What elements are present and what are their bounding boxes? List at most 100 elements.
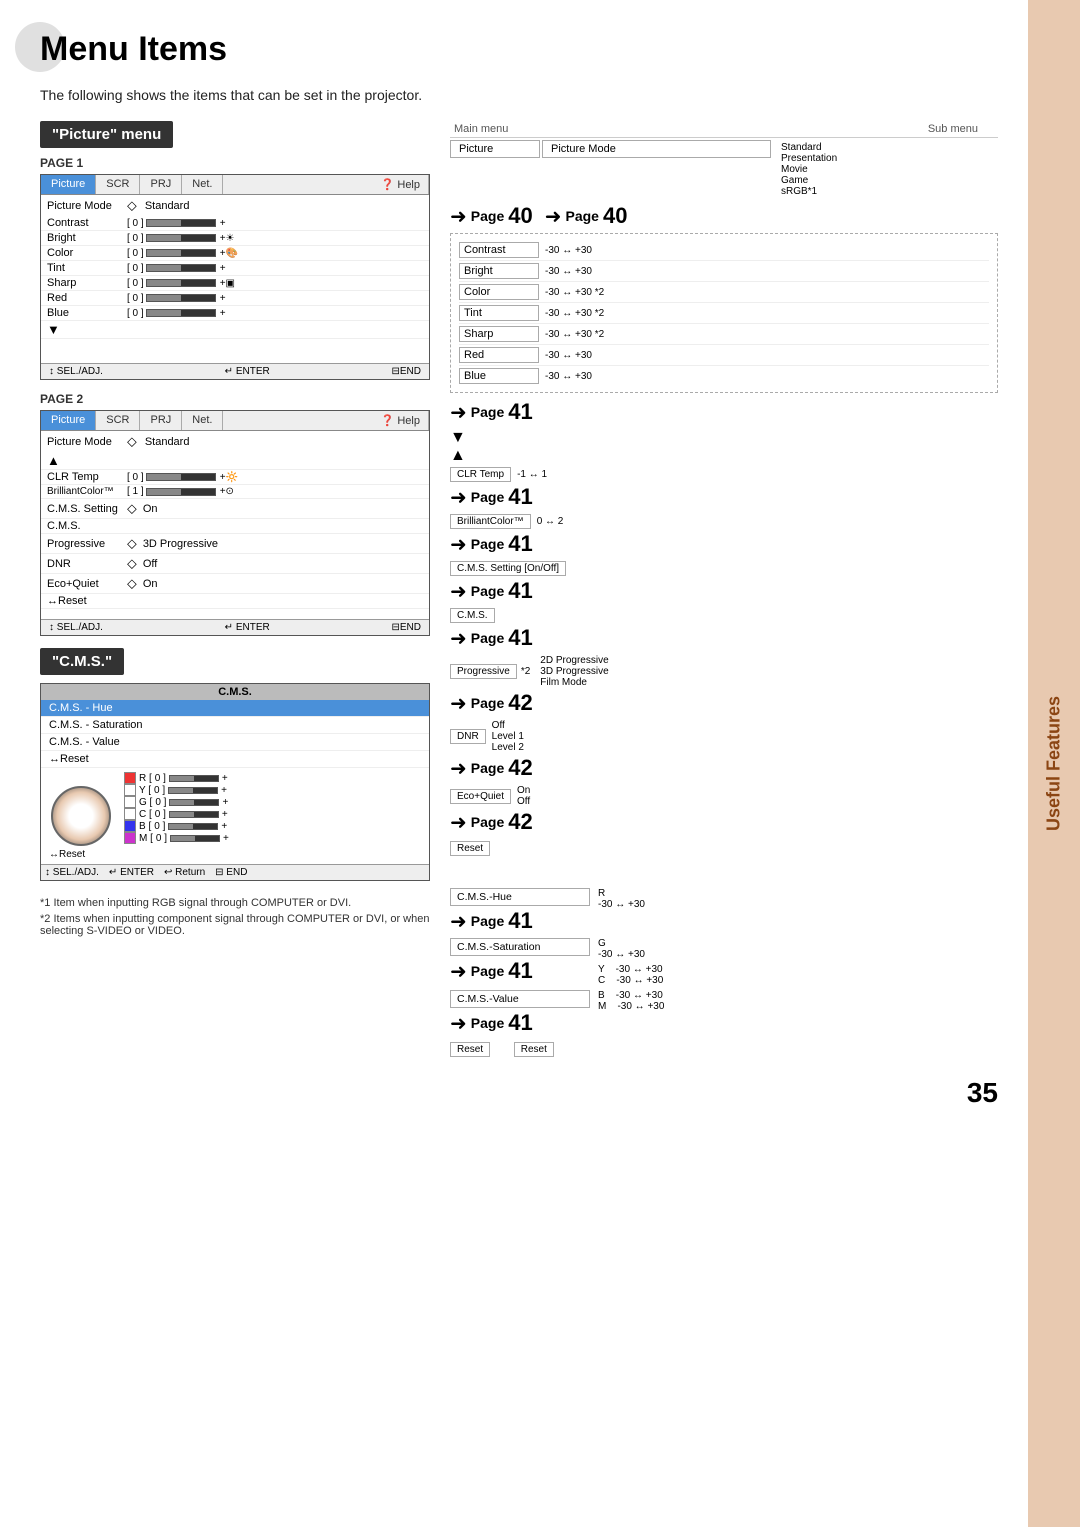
hue-sub-header: R xyxy=(598,888,998,899)
cms-item-reset[interactable]: ↔Reset xyxy=(41,751,429,768)
picture-mode-row-2: Picture Mode ⬦ Standard xyxy=(41,431,429,452)
tab-net-1[interactable]: Net. xyxy=(182,175,223,194)
cms-setting-row-rc: C.M.S. Setting [On/Off] xyxy=(450,561,998,576)
rc-row-bright: Bright -30 ↔ +30 xyxy=(459,261,989,282)
cms-row-m: M [ 0 ] + xyxy=(124,832,421,844)
arrow-page-41-cms2: ➜ Page 41 xyxy=(450,625,998,651)
cms-panel-title: C.M.S. xyxy=(41,684,429,700)
row-brilliant: BrilliantColor™ [ 1 ] +⊙ xyxy=(41,485,429,499)
row-contrast: Contrast [ 0 ] + xyxy=(41,216,429,231)
cms-swatch-g xyxy=(124,796,136,808)
row-up-arrow-p2: ▲ xyxy=(41,452,429,470)
page-title: Menu Items xyxy=(40,30,998,69)
cms-bar-g xyxy=(169,799,219,806)
picture-menu-header: "Picture" menu xyxy=(40,121,173,148)
cms-item-saturation[interactable]: C.M.S. - Saturation xyxy=(41,717,429,734)
tab-scr-1[interactable]: SCR xyxy=(96,175,140,194)
tab-help-2[interactable]: ❓ Help xyxy=(373,411,429,430)
arrow-page-41-clr: ➜ Page 41 xyxy=(450,484,998,510)
cms-swatch-m xyxy=(124,832,136,844)
arrow-page-42-eco: ➜ Page 42 xyxy=(450,809,998,835)
right-column: Main menu Sub menu Picture Picture Mode … xyxy=(430,121,998,1057)
cms-swatch-b xyxy=(124,820,136,832)
cms-bottom-section: C.M.S.-Hue ➜ Page 41 R -30 ↔ +30 xyxy=(450,888,998,1057)
arrow-page-42-dnr: ➜ Page 42 xyxy=(450,755,998,781)
row-blue: Blue [ 0 ] + xyxy=(41,306,429,321)
tab-picture-1[interactable]: Picture xyxy=(41,175,96,194)
arrow-page-41-sat: ➜ Page 41 xyxy=(450,958,590,984)
ecoquiet-row-rc: Eco+Quiet OnOff xyxy=(450,785,998,807)
row-clrtemp: CLR Temp [ 0 ] +🔆 xyxy=(41,470,429,485)
tab-prj-1[interactable]: PRJ xyxy=(140,175,182,194)
arrow-sym-40: ➜ xyxy=(450,204,467,229)
submenu-options: StandardPresentationMovieGamesRGB*1 xyxy=(775,140,998,199)
row-reset: ↔Reset xyxy=(41,594,429,609)
rc-row-contrast: Contrast -30 ↔ +30 xyxy=(459,240,989,261)
cms-item-hue[interactable]: C.M.S. - Hue xyxy=(41,700,429,717)
cms-sat-box: C.M.S.-Saturation xyxy=(450,938,590,956)
main-menu-label: Main menu xyxy=(450,121,610,137)
left-column: "Picture" menu PAGE 1 Picture SCR PRJ Ne… xyxy=(40,121,430,941)
cms-row-y: Y [ 0 ] + xyxy=(124,784,421,796)
picture-mode-icon-1: ⬦ xyxy=(127,197,137,214)
cms-bar-b xyxy=(168,823,218,830)
menu-column-headers: Main menu Sub menu xyxy=(450,121,998,138)
brilliant-bar xyxy=(146,488,216,496)
cms-swatch-c xyxy=(124,808,136,820)
row-red: Red [ 0 ] + xyxy=(41,291,429,306)
row-cms-setting: C.M.S. Setting ⬦ On xyxy=(41,499,429,519)
page2-panel: Picture SCR PRJ Net. ❓ Help Picture Mode… xyxy=(40,410,430,636)
page-num-40: 40 xyxy=(508,203,532,229)
footnote-1: *1 Item when inputting RGB signal throug… xyxy=(40,897,430,909)
tab-bar-2: Picture SCR PRJ Net. ❓ Help xyxy=(41,411,429,431)
rc-row-color: Color -30 ↔ +30 *2 xyxy=(459,282,989,303)
arrow-page-40-right: ➜ Page 40 xyxy=(545,203,998,229)
arrow-page-41-val: ➜ Page 41 xyxy=(450,1010,590,1036)
arrow-page-41-a: ➜ Page 41 xyxy=(450,399,998,425)
rc-row-sharp: Sharp -30 ↔ +30 *2 xyxy=(459,324,989,345)
cms-swatch-r xyxy=(124,772,136,784)
arrow-page-41-hue: ➜ Page 41 xyxy=(450,908,590,934)
picture-mode-row-1: Picture Mode ⬦ Standard xyxy=(41,195,429,216)
cms-sat-section: C.M.S.-Saturation ➜ Page 41 G -30 ↔ +30 … xyxy=(450,938,998,986)
cms-hue-section: C.M.S.-Hue ➜ Page 41 R -30 ↔ +30 xyxy=(450,888,998,934)
cms-panel: C.M.S. C.M.S. - Hue C.M.S. - Saturation … xyxy=(40,683,430,881)
reset-box-bottom-2: Reset xyxy=(514,1042,554,1057)
arrow-page-41-cms: ➜ Page 41 xyxy=(450,578,998,604)
red-bar xyxy=(146,294,216,302)
row-ecoquiet: Eco+Quiet ⬦ On xyxy=(41,574,429,594)
arrow-page-42-prog: ➜ Page 42 xyxy=(450,690,998,716)
cms-row-c: C [ 0 ] + xyxy=(124,808,421,820)
dnr-row-rc: DNR OffLevel 1Level 2 xyxy=(450,720,998,753)
right-tab: Useful Features xyxy=(1028,0,1080,1527)
cms-row-g: G [ 0 ] + xyxy=(124,796,421,808)
dashed-section-top: Contrast -30 ↔ +30 Bright -30 ↔ +30 Colo… xyxy=(450,233,998,393)
page40-spacer: ➜ Page 40 xyxy=(545,203,998,229)
cms-row-rc: C.M.S. xyxy=(450,608,998,623)
brilliantcolor-row-rc: BrilliantColor™ 0 ↔ 2 xyxy=(450,514,998,529)
rc-row-tint: Tint -30 ↔ +30 *2 xyxy=(459,303,989,324)
intro-text: The following shows the items that can b… xyxy=(40,87,998,103)
top-menu-row: Picture Picture Mode StandardPresentatio… xyxy=(450,140,998,199)
color-bar xyxy=(146,249,216,257)
cms-val-section: C.M.S.-Value ➜ Page 41 B -30 ↔ +30 M -30… xyxy=(450,990,998,1036)
row-cms: C.M.S. xyxy=(41,519,429,534)
page2-label: PAGE 2 xyxy=(40,392,430,406)
picture-mode-label-1: Picture Mode xyxy=(47,200,127,212)
row-bright: Bright [ 0 ] +☀ xyxy=(41,231,429,246)
progressive-row-rc: Progressive *2 2D Progressive3D Progress… xyxy=(450,655,998,688)
row-dnr: DNR ⬦ Off xyxy=(41,554,429,574)
tab-picture-2[interactable]: Picture xyxy=(41,411,96,430)
cms-hue-box: C.M.S.-Hue xyxy=(450,888,590,906)
cms-item-value[interactable]: C.M.S. - Value xyxy=(41,734,429,751)
tab-scr-2[interactable]: SCR xyxy=(96,411,140,430)
tab-net-2[interactable]: Net. xyxy=(182,411,223,430)
reset-box-rc: Reset xyxy=(450,841,490,856)
row-progressive: Progressive ⬦ 3D Progressive xyxy=(41,534,429,554)
tab-prj-2[interactable]: PRJ xyxy=(140,411,182,430)
tab-help-1[interactable]: ❓ Help xyxy=(373,175,429,194)
cms-val-box: C.M.S.-Value xyxy=(450,990,590,1008)
page1-label: PAGE 1 xyxy=(40,156,430,170)
menu-footer-1: ↕ SEL./ADJ. ↵ ENTER ⊟END xyxy=(41,363,429,379)
cms-header: "C.M.S." xyxy=(40,648,124,675)
